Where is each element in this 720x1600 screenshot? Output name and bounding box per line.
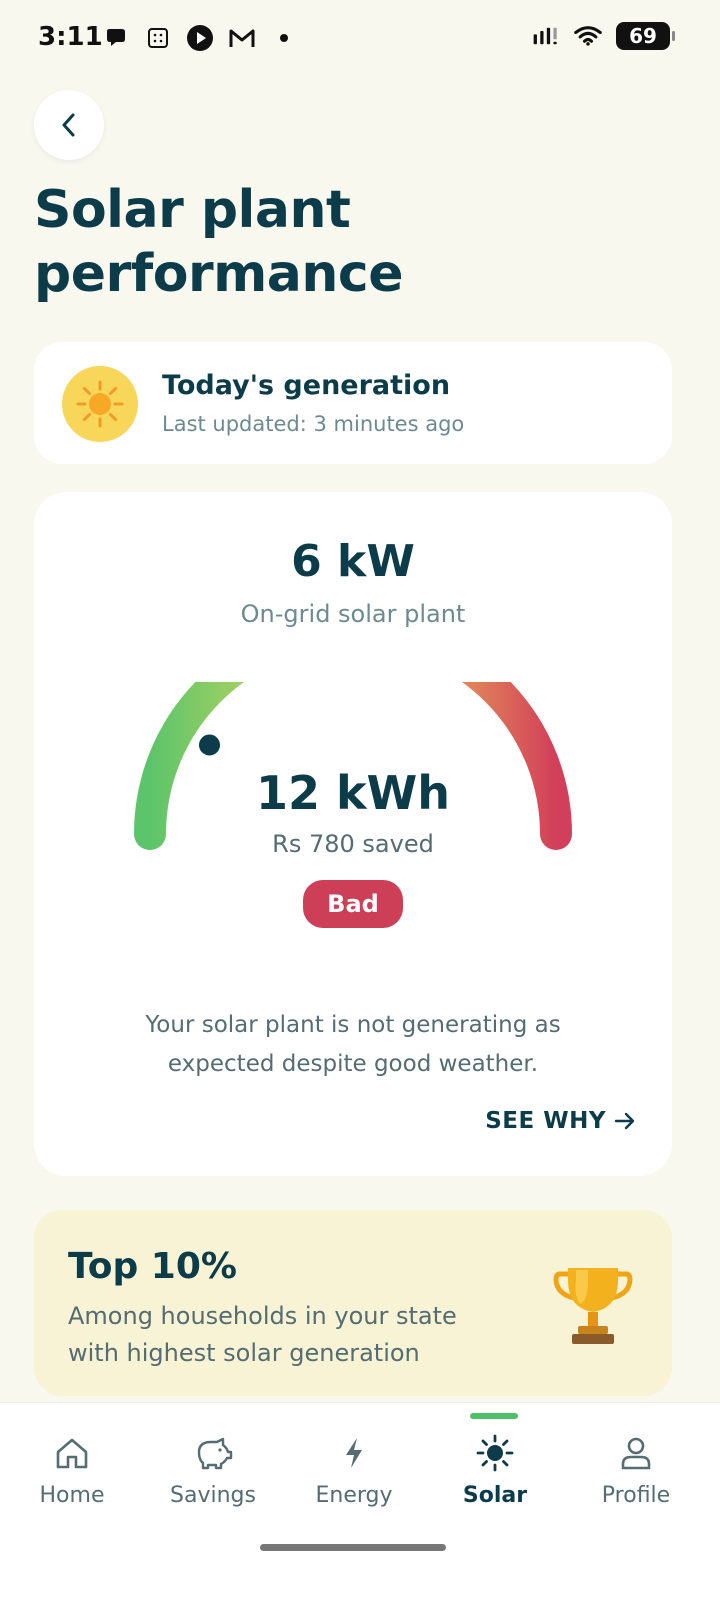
see-why-label: SEE WHY: [485, 1108, 606, 1134]
energy-generated: 12 kWh: [255, 766, 451, 820]
status-bar: 3:11 69: [0, 0, 720, 80]
system-icons: 69: [532, 22, 675, 50]
signal-icon: [532, 22, 560, 50]
nav-home-label: Home: [39, 1483, 105, 1508]
screen: 3:11 69 Solar plant performance Today's …: [0, 0, 720, 1600]
wifi-icon: [574, 22, 602, 50]
performance-card: 6 kW On-grid solar plant 12 kWh Rs 780 s…: [34, 492, 672, 1176]
performance-message: Your solar plant is not generating as ex…: [145, 1012, 561, 1077]
nav-profile-label: Profile: [601, 1483, 671, 1508]
ranking-description: Among households in your state with high…: [68, 1302, 457, 1367]
nav-profile[interactable]: Profile: [564, 1403, 708, 1523]
page-title: Solar plant performance: [34, 180, 404, 304]
arrow-right-icon: [614, 1112, 635, 1130]
home-indicator[interactable]: [260, 1544, 446, 1551]
nav-energy[interactable]: Energy: [282, 1403, 426, 1523]
money-saved: Rs 780 saved: [272, 830, 434, 858]
nav-savings[interactable]: Savings: [141, 1403, 285, 1523]
nav-solar[interactable]: Solar: [423, 1403, 567, 1523]
sun-icon: [62, 366, 138, 442]
status-badge: Bad: [303, 880, 403, 928]
nav-energy-label: Energy: [315, 1483, 393, 1508]
user-icon: [619, 1435, 653, 1471]
nav-solar-label: Solar: [462, 1483, 528, 1508]
todays-generation-card[interactable]: Today's generation Last updated: 3 minut…: [34, 342, 672, 464]
piggy-bank-icon: [193, 1435, 233, 1471]
chevron-left-icon: [62, 113, 75, 137]
ranking-title: Top 10%: [68, 1246, 237, 1287]
nav-savings-label: Savings: [170, 1483, 256, 1508]
dot-icon: [270, 24, 298, 52]
plant-type: On-grid solar plant: [240, 600, 466, 628]
status-time: 3:11: [38, 22, 103, 52]
chat-bubble-icon: [102, 24, 130, 52]
trophy-icon: [553, 1268, 633, 1344]
bottom-navigation: Home Savings Energy Solar Profile: [0, 1402, 720, 1600]
gmail-icon: [228, 24, 256, 52]
calculator-icon: [144, 24, 172, 52]
home-icon: [54, 1435, 90, 1471]
back-button[interactable]: [34, 90, 104, 160]
battery-level: 69: [629, 24, 657, 48]
lightning-icon: [342, 1435, 366, 1471]
battery-icon: 69: [616, 22, 675, 50]
see-why-link[interactable]: SEE WHY: [485, 1108, 636, 1134]
notification-icons: [102, 24, 298, 52]
ranking-card: Top 10% Among households in your state w…: [34, 1210, 672, 1396]
last-updated-text: Last updated: 3 minutes ago: [162, 412, 465, 436]
plant-capacity: 6 kW: [291, 536, 415, 587]
generation-title: Today's generation: [162, 370, 451, 401]
gauge-marker: [194, 729, 225, 761]
nav-home[interactable]: Home: [0, 1403, 144, 1523]
play-icon: [186, 24, 214, 52]
sun-icon: [476, 1434, 514, 1472]
